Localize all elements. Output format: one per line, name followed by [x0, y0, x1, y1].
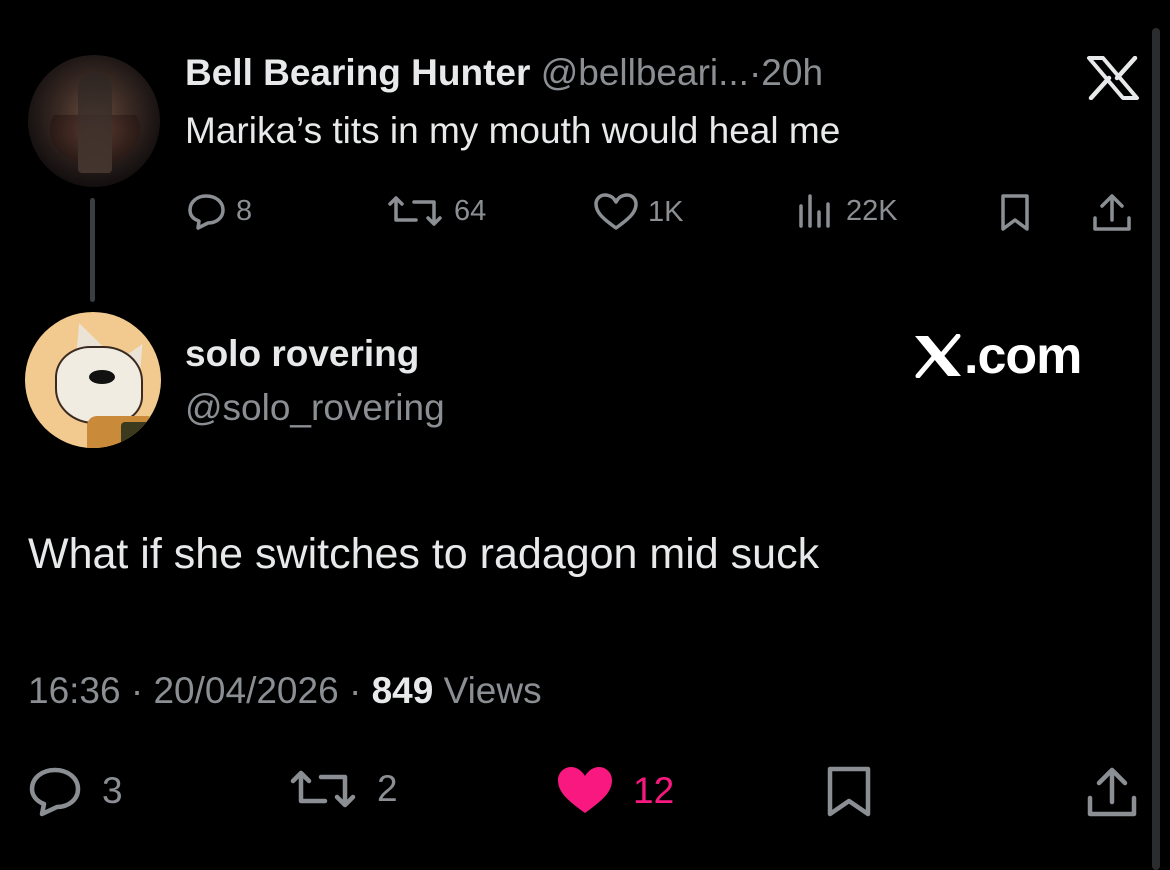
parent-like-button[interactable]: 1K — [592, 192, 683, 232]
like-button[interactable]: 12 — [555, 765, 674, 817]
x-logo-icon — [915, 334, 961, 378]
meta-separator: · — [348, 670, 362, 711]
like-icon — [558, 767, 612, 813]
thread-connector — [90, 198, 95, 302]
parent-reply-button[interactable]: 8 — [186, 192, 252, 230]
watermark-xcom: .com — [912, 326, 1082, 386]
author-name[interactable]: solo rovering — [185, 333, 419, 375]
share-icon[interactable] — [1090, 192, 1134, 234]
watermark-domain: .com — [964, 327, 1082, 385]
repost-count: 2 — [377, 768, 398, 809]
parent-reply-count: 8 — [236, 194, 253, 227]
parent-author-name[interactable]: Bell Bearing Hunter — [185, 52, 530, 93]
parent-like-count: 1K — [648, 195, 684, 228]
parent-time[interactable]: 20h — [761, 52, 823, 93]
bookmark-icon[interactable] — [998, 193, 1032, 233]
bookmark-icon[interactable] — [824, 765, 874, 819]
parent-views-button[interactable]: 22K — [796, 192, 898, 230]
reply-button[interactable]: 3 — [28, 765, 123, 817]
x-logo-icon — [1087, 56, 1139, 100]
parent-separator: · — [748, 52, 762, 93]
views-label: Views — [443, 670, 542, 711]
like-count: 12 — [633, 770, 675, 811]
share-icon[interactable] — [1084, 764, 1140, 820]
avatar-solo-rovering[interactable] — [25, 312, 161, 448]
tweet-time[interactable]: 16:36 — [28, 670, 121, 711]
parent-author-line: Bell Bearing Hunter @bellbeari...·20h — [185, 52, 823, 94]
views-icon — [799, 194, 830, 228]
parent-views-count: 22K — [846, 194, 898, 227]
parent-tweet-text: Marika’s tits in my mouth would heal me — [185, 110, 841, 151]
author-handle[interactable]: @solo_rovering — [185, 387, 445, 429]
repost-button[interactable]: 2 — [287, 765, 398, 813]
parent-author-handle[interactable]: @bellbeari... — [541, 52, 749, 93]
avatar-bell-bearing-hunter[interactable] — [28, 55, 160, 187]
tweet-date[interactable]: 20/04/2026 — [153, 670, 338, 711]
reply-count: 3 — [102, 770, 123, 811]
tweet-meta: 16:36 · 20/04/2026 · 849 Views — [28, 670, 542, 712]
scrollbar[interactable] — [1152, 28, 1160, 870]
parent-repost-count: 64 — [454, 194, 487, 227]
like-icon — [594, 193, 638, 230]
meta-separator: · — [130, 670, 144, 711]
views-count[interactable]: 849 — [372, 670, 434, 711]
reply-icon — [188, 194, 225, 230]
tweet-text: What if she switches to radagon mid suck — [28, 530, 820, 578]
repost-icon — [388, 196, 442, 226]
reply-icon — [29, 767, 81, 817]
parent-repost-button[interactable]: 64 — [384, 192, 486, 230]
repost-icon — [290, 770, 356, 808]
